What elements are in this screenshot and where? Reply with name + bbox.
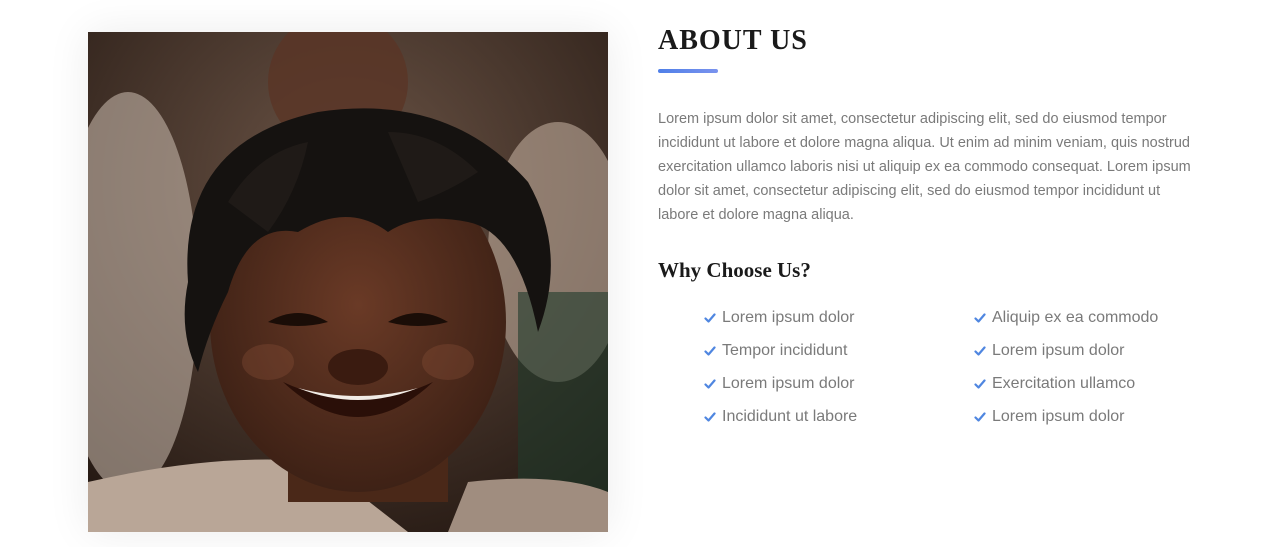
feature-label: Lorem ipsum dolor	[992, 408, 1125, 425]
title-underline	[658, 69, 718, 73]
check-icon	[704, 378, 716, 390]
feature-label: Lorem ipsum dolor	[992, 342, 1125, 359]
check-icon	[704, 312, 716, 324]
list-item: Tempor incididunt	[704, 339, 974, 363]
feature-label: Incididunt ut labore	[722, 408, 858, 425]
why-choose-title: Why Choose Us?	[658, 258, 811, 282]
list-item: Lorem ipsum dolor	[704, 372, 974, 396]
feature-label: Lorem ipsum dolor	[722, 375, 855, 392]
about-title: ABOUT US	[658, 25, 808, 56]
check-icon	[704, 411, 716, 423]
list-item: Lorem ipsum dolor	[974, 339, 1224, 363]
list-item: Aliquip ex ea commodo	[974, 306, 1224, 330]
check-icon	[974, 312, 986, 324]
check-icon	[704, 345, 716, 357]
feature-label: Lorem ipsum dolor	[722, 309, 855, 326]
check-icon	[974, 378, 986, 390]
features-list: Lorem ipsum dolor Aliquip ex ea commodo …	[704, 306, 1224, 429]
about-section: ABOUT US Lorem ipsum dolor sit amet, con…	[0, 0, 1282, 547]
feature-label: Aliquip ex ea commodo	[992, 309, 1159, 326]
list-item: Lorem ipsum dolor	[974, 405, 1224, 429]
feature-label: Exercitation ullamco	[992, 375, 1136, 392]
list-item: Exercitation ullamco	[974, 372, 1224, 396]
about-paragraph: Lorem ipsum dolor sit amet, consectetur …	[658, 111, 1191, 223]
list-item: Incididunt ut labore	[704, 405, 974, 429]
check-icon	[974, 411, 986, 423]
list-item: Lorem ipsum dolor	[704, 306, 974, 330]
about-content: ABOUT US Lorem ipsum dolor sit amet, con…	[658, 24, 1218, 425]
feature-label: Tempor incididunt	[722, 342, 848, 359]
check-icon	[974, 345, 986, 357]
about-photo	[88, 32, 608, 532]
